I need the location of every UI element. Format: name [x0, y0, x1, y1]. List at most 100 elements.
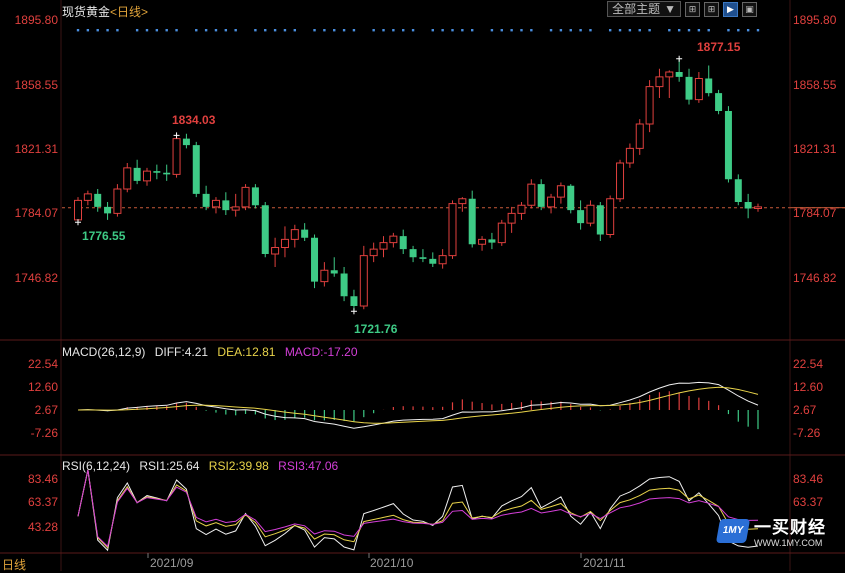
marker-dot: [618, 29, 622, 32]
marker-dot: [707, 29, 710, 32]
marker-dot: [727, 29, 730, 32]
marker-dot: [559, 29, 563, 32]
candle-body-down: [251, 187, 259, 206]
candle-body-up: [556, 185, 565, 198]
candle-body-down: [724, 111, 732, 180]
candle-body-up: [369, 248, 378, 257]
candle-body-down: [153, 171, 161, 173]
marker-dot: [333, 29, 336, 32]
marker-dot: [697, 29, 701, 32]
candle-body-up: [635, 123, 644, 149]
marker-dot: [175, 29, 178, 32]
marker-dot: [471, 29, 474, 32]
candle-body-down: [419, 257, 427, 259]
macd-dea-line: [77, 386, 759, 424]
marker-dot: [293, 29, 297, 32]
logo-url: WWW.1MY.COM: [754, 538, 823, 548]
candle-body-down: [488, 239, 496, 243]
marker-dot: [589, 29, 592, 32]
marker-dot: [165, 29, 168, 32]
candle-body-down: [685, 76, 693, 100]
marker-dot: [273, 29, 277, 32]
marker-dot: [451, 29, 454, 32]
candle-body-up: [389, 235, 398, 244]
candle-body-up: [359, 255, 368, 307]
marker-dot: [756, 29, 760, 32]
candle-body-up: [665, 71, 674, 78]
candle-body-down: [192, 145, 200, 194]
marker-dot: [648, 29, 651, 32]
marker-dot: [155, 29, 159, 32]
candle-body-up: [231, 206, 240, 211]
candle-body-down: [577, 210, 585, 224]
rsi3-line: [77, 469, 759, 548]
candle-body-up: [438, 255, 447, 265]
marker-dot: [579, 29, 582, 32]
marker-dot: [392, 29, 395, 32]
marker-dot: [96, 29, 99, 32]
candle-body-up: [172, 138, 181, 175]
candle-body-up: [547, 196, 556, 208]
marker-dot: [106, 29, 109, 32]
candle-body-down: [301, 229, 309, 238]
marker-dot: [234, 29, 237, 32]
logo-name: 一买财经: [754, 518, 826, 537]
candle-body-up: [645, 86, 654, 125]
marker-dot: [500, 29, 503, 32]
candle-body-up: [211, 199, 220, 208]
chart-canvas[interactable]: [0, 0, 845, 571]
candle-body-up: [280, 238, 289, 248]
marker-dot: [687, 29, 691, 32]
marker-dot: [628, 29, 632, 32]
candle-body-down: [705, 78, 713, 94]
last-price-marker: [791, 207, 845, 209]
candle-body-up: [694, 78, 703, 101]
marker-dot: [283, 29, 287, 32]
candle-body-down: [567, 185, 575, 211]
marker-dot: [677, 29, 681, 32]
marker-dot: [214, 29, 218, 32]
candle-body-up: [271, 247, 280, 255]
marker-dot: [638, 29, 641, 32]
marker-dot: [352, 29, 356, 32]
marker-dot: [737, 29, 740, 32]
marker-dot: [411, 29, 415, 32]
candle-body-down: [715, 93, 723, 111]
candle-body-down: [330, 270, 338, 274]
marker-dot: [116, 29, 119, 32]
candle-body-up: [320, 269, 329, 283]
candle-body-up: [517, 204, 526, 214]
candle-body-down: [399, 236, 407, 250]
candle-body-up: [586, 204, 595, 224]
candle-body-up: [123, 167, 132, 190]
candle-body-up: [754, 206, 762, 209]
marker-dot: [86, 29, 90, 32]
candle-body-down: [409, 249, 417, 258]
marker-dot: [313, 29, 316, 32]
candle-body-down: [537, 184, 545, 207]
candle-body-up: [113, 188, 122, 214]
logo-badge-icon: 1MY: [715, 518, 751, 543]
marker-dot: [569, 29, 572, 32]
marker-dot: [530, 29, 533, 32]
marker-dot: [490, 29, 494, 32]
marker-dot: [461, 29, 464, 32]
candle-body-down: [350, 296, 358, 306]
marker-dot: [668, 29, 671, 32]
marker-dot: [372, 29, 375, 32]
candle-body-down: [261, 205, 269, 254]
rsi1-line: [77, 469, 759, 552]
marker-dot: [608, 29, 612, 32]
candle-body-down: [222, 200, 230, 211]
candle-body-down: [311, 237, 319, 282]
marker-dot: [264, 29, 267, 32]
marker-dot: [76, 29, 80, 32]
marker-dot: [520, 29, 523, 32]
marker-dot: [323, 29, 326, 32]
candle-body-up: [290, 229, 299, 240]
candle-body-down: [163, 172, 171, 175]
marker-dot: [382, 29, 385, 32]
candle-body-up: [527, 183, 536, 206]
candle-body-down: [596, 205, 604, 235]
candle-body-up: [625, 147, 634, 164]
